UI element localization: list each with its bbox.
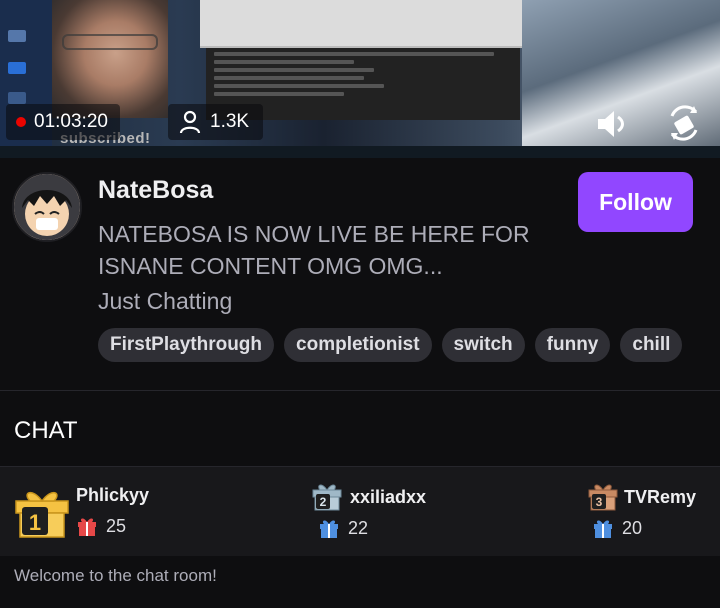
bronze-gift-badge-icon: 3	[588, 484, 618, 511]
tag-list: FirstPlaythrough completionist switch fu…	[98, 328, 683, 362]
follow-button[interactable]: Follow	[578, 172, 693, 232]
gift-count-row: 20	[592, 517, 642, 539]
chat-welcome-message: Welcome to the chat room!	[14, 566, 217, 585]
avatar-image	[14, 174, 80, 240]
leaderboard-entry[interactable]: 1 Phlickyy 25	[14, 479, 214, 547]
viewer-count: 1.3K	[210, 111, 250, 132]
stream-taskbar	[0, 146, 720, 158]
stream-window	[200, 0, 522, 48]
avatar[interactable]	[12, 172, 82, 242]
gift-leaderboard: 1 Phlickyy 25 2 xxiliadxx 22 3 TVRemy 20	[0, 466, 720, 556]
chat-title: CHAT	[14, 417, 78, 444]
stream-category[interactable]: Just Chatting	[98, 288, 232, 315]
gold-gift-badge-icon: 1	[15, 491, 69, 538]
streamer-webcam	[52, 0, 168, 118]
tag[interactable]: switch	[441, 328, 525, 362]
volume-icon[interactable]	[594, 108, 630, 140]
rank-number: 2	[320, 495, 327, 509]
uptime-text: 01:03:20	[34, 111, 108, 132]
rotate-screen-icon[interactable]	[664, 100, 704, 144]
silver-gift-badge-icon: 2	[312, 484, 342, 511]
viewer-count-indicator: 1.3K	[168, 104, 264, 140]
leader-name: xxiliadxx	[350, 487, 427, 507]
tag[interactable]: FirstPlaythrough	[98, 328, 275, 362]
leaderboard-entry[interactable]: 2 xxiliadxx 22	[312, 479, 512, 547]
leader-name: Phlickyy	[76, 485, 150, 505]
gift-count: 22	[348, 517, 369, 538]
rank-number: 3	[596, 495, 603, 509]
gift-icon	[320, 520, 338, 538]
live-dot-icon	[16, 117, 26, 127]
rank-number: 1	[29, 510, 41, 535]
leaderboard-entry[interactable]: 3 TVRemy 20	[588, 479, 716, 547]
gift-icon	[594, 520, 612, 538]
gift-count: 25	[106, 515, 127, 536]
tag[interactable]: completionist	[284, 328, 432, 362]
channel-info: NateBosa NATEBOSA IS NOW LIVE BE HERE FO…	[0, 158, 720, 390]
gift-count: 20	[622, 517, 643, 538]
stream-title: NATEBOSA IS NOW LIVE BE HERE FOR ISNANE …	[98, 221, 530, 279]
video-player[interactable]: subscribed! 01:03:20 1.3K	[0, 0, 720, 158]
gift-count-row: 25	[76, 515, 126, 537]
person-icon	[179, 110, 201, 134]
chat-header: CHAT	[0, 391, 720, 466]
channel-name[interactable]: NateBosa	[98, 176, 213, 205]
uptime-indicator: 01:03:20	[6, 104, 120, 140]
gift-icon	[78, 518, 96, 536]
leader-name: TVRemy	[624, 487, 697, 507]
tag[interactable]: funny	[534, 328, 611, 362]
tag[interactable]: chill	[620, 328, 683, 362]
gift-count-row: 22	[318, 517, 368, 539]
